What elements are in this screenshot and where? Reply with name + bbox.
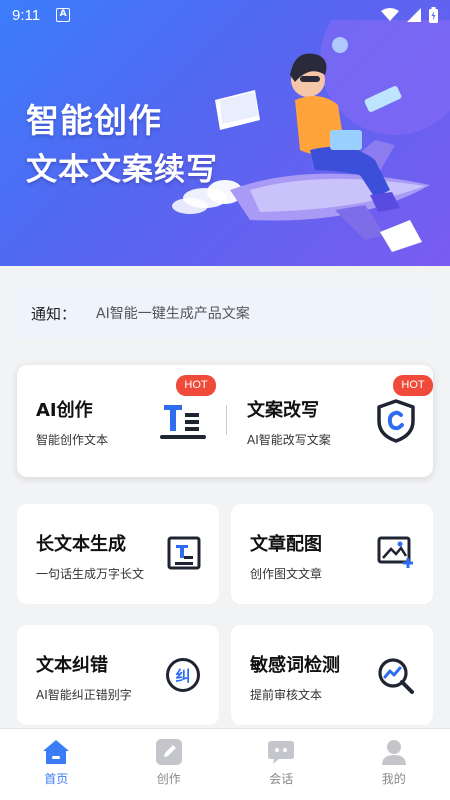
tile-article-image[interactable]: 文章配图 创作图文文章: [231, 504, 433, 604]
nav-profile[interactable]: 我的: [338, 729, 450, 800]
search-chart-icon: [378, 658, 414, 694]
banner-title: 智能创作: [26, 101, 162, 140]
bottom-nav: 首页 创作 会话 我的: [0, 728, 450, 800]
hot-badge: HOT: [176, 375, 216, 396]
notice-bar[interactable]: 通知： AI智能一键生成产品文案: [17, 288, 433, 338]
feature-rewrite[interactable]: 文案改写 AI智能改写文案 HOT: [225, 365, 433, 477]
tile-title: 长文本生成: [36, 534, 126, 555]
signal-icon: [407, 8, 421, 22]
battery-icon: [429, 7, 438, 23]
feature-title: 文案改写: [247, 400, 319, 421]
nav-label: 我的: [381, 772, 406, 786]
rocket-illustration: [172, 20, 450, 252]
feature-subtitle: AI智能改写文案: [247, 433, 331, 447]
tile-text-correction[interactable]: 文本纠错 AI智能纠正错别字 纠: [17, 625, 219, 725]
tile-long-text[interactable]: 长文本生成 一句话生成万字长文: [17, 504, 219, 604]
feature-title: AI创作: [36, 400, 93, 421]
long-text-icon: [167, 536, 201, 570]
nav-home[interactable]: 首页: [0, 729, 113, 800]
edit-icon: [155, 739, 182, 765]
nav-create[interactable]: 创作: [113, 729, 226, 800]
tile-sensitive-words[interactable]: 敏感词检测 提前审核文本: [231, 625, 433, 725]
hero-banner[interactable]: 智能创作 文本文案续写: [0, 0, 450, 266]
nav-label: 会话: [269, 772, 294, 786]
chat-icon: [268, 741, 295, 764]
tile-subtitle: 创作图文文章: [250, 567, 323, 581]
svg-text:纠: 纠: [175, 667, 190, 685]
shield-c-icon: [377, 399, 415, 443]
featured-card: AI创作 智能创作文本 HOT 文案改写 AI智能改写文案 HOT: [17, 365, 433, 477]
tile-title: 敏感词检测: [250, 655, 340, 676]
banner-subtitle: 文本文案续写: [26, 152, 218, 188]
nav-chat[interactable]: 会话: [225, 729, 338, 800]
correction-icon: 纠: [166, 658, 200, 692]
status-bar: 9:11 A: [0, 0, 450, 30]
status-time: 9:11: [12, 6, 41, 24]
image-add-icon: [377, 536, 413, 568]
notice-label: 通知：: [31, 304, 77, 323]
feature-ai-create[interactable]: AI创作 智能创作文本 HOT: [17, 365, 225, 477]
tile-subtitle: 一句话生成万字长文: [36, 567, 145, 581]
home-icon: [43, 740, 70, 764]
hot-badge: HOT: [393, 375, 433, 396]
nav-label: 首页: [44, 772, 69, 786]
text-editor-icon: [160, 405, 206, 439]
user-icon: [381, 740, 406, 765]
tile-subtitle: AI智能纠正错别字: [36, 688, 132, 702]
tile-title: 文本纠错: [36, 655, 108, 676]
tile-subtitle: 提前审核文本: [250, 688, 323, 702]
wifi-icon: [381, 8, 399, 21]
nav-label: 创作: [156, 772, 181, 786]
tile-title: 文章配图: [250, 534, 322, 555]
feature-subtitle: 智能创作文本: [36, 433, 109, 447]
notification-a-icon: A: [56, 8, 71, 22]
notice-text: AI智能一键生成产品文案: [96, 306, 250, 322]
